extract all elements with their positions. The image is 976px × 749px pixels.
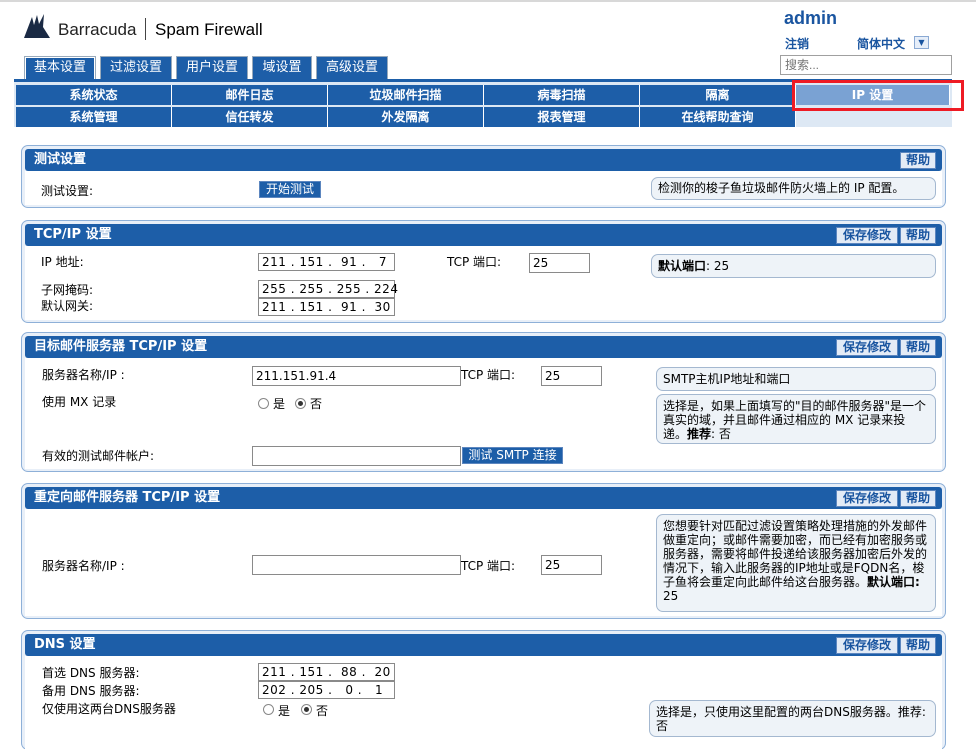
secondary-dns-label: 备用 DNS 服务器: <box>42 684 140 698</box>
mx-record-label: 使用 MX 记录 <box>42 395 117 409</box>
server-name-label: 服务器名称/IP : <box>42 368 125 382</box>
help-bold: 默认端口 <box>658 259 707 273</box>
tcp-port-label: TCP 端口: <box>447 255 502 269</box>
top-border <box>0 0 976 2</box>
server-name-field[interactable]: 211.151.91.4 <box>252 366 461 386</box>
panel-body: IP 地址: 211 . 151 . 91 . 7 TCP 端口: 25 默认端… <box>25 246 942 320</box>
help-box: 选择是，如果上面填写的"目的邮件服务器"是一个真实的域，并且邮件通过相应的 MX… <box>656 394 936 444</box>
help-box: 您想要针对匹配过滤设置策略处理措施的外发邮件做重定向；或邮件需要加密，而已经有加… <box>656 514 936 612</box>
help-tail: : 否 <box>711 427 731 441</box>
mx-yes-radio[interactable] <box>258 398 269 409</box>
language-select[interactable]: 简体中文 <box>857 35 905 52</box>
tcp-port-field[interactable]: 25 <box>541 366 602 386</box>
tab-filter[interactable]: 过滤设置 <box>100 56 172 80</box>
redirect-server-field[interactable] <box>252 555 461 575</box>
tcp-port-field[interactable]: 25 <box>529 253 590 273</box>
help-box: 默认端口: 25 <box>651 254 936 278</box>
tab-advanced[interactable]: 高级设置 <box>316 56 388 80</box>
dns-yes-radio[interactable] <box>263 704 274 715</box>
chevron-down-icon[interactable]: ▼ <box>914 36 929 49</box>
subnav-mail-log[interactable]: 邮件日志 <box>172 85 328 105</box>
help-text: : 25 <box>706 259 730 273</box>
tcp-port-label: TCP 端口: <box>461 368 516 382</box>
subnav-spam-scan[interactable]: 垃圾邮件扫描 <box>328 85 484 105</box>
subnav-quarantine[interactable]: 隔离 <box>640 85 796 105</box>
mx-yes-label: 是 <box>273 397 286 411</box>
ip-address-label: IP 地址: <box>41 255 84 269</box>
dns-settings-panel: DNS 设置 保存修改 帮助 首选 DNS 服务器: 211 . 151 . 8… <box>21 630 946 749</box>
save-button[interactable]: 保存修改 <box>836 637 898 654</box>
panel-title: 测试设置 帮助 <box>25 149 942 171</box>
panel-body: 测试设置: 开始测试 检测你的梭子鱼垃圾邮件防火墙上的 IP 配置。 <box>25 171 942 205</box>
dns-yes-label: 是 <box>278 704 291 718</box>
redirect-server-panel: 重定向邮件服务器 TCP/IP 设置 保存修改 帮助 服务器名称/IP : TC… <box>21 483 946 619</box>
test-settings-panel: 测试设置 帮助 测试设置: 开始测试 检测你的梭子鱼垃圾邮件防火墙上的 IP 配… <box>21 145 946 208</box>
subnav-outbound-quarantine[interactable]: 外发隔离 <box>328 107 484 127</box>
logout-link[interactable]: 注销 <box>785 35 809 52</box>
mx-no-label: 否 <box>310 397 323 411</box>
subnet-mask-field[interactable]: 255 . 255 . 255 . 224 <box>258 280 398 298</box>
subnav-virus-scan[interactable]: 病毒扫描 <box>484 85 640 105</box>
help-button[interactable]: 帮助 <box>900 637 936 654</box>
test-account-label: 有效的测试邮件帐户: <box>42 449 155 463</box>
help-box: SMTP主机IP地址和端口 <box>656 367 936 391</box>
subnav-reports[interactable]: 报表管理 <box>484 107 640 127</box>
test-smtp-button[interactable]: 测试 SMTP 连接 <box>462 447 563 464</box>
brand-name: Barracuda <box>58 20 137 39</box>
server-name-label: 服务器名称/IP : <box>42 559 125 573</box>
help-button[interactable]: 帮助 <box>900 227 936 244</box>
barracuda-logo-icon <box>24 14 50 38</box>
subnav-online-help[interactable]: 在线帮助查询 <box>640 107 796 127</box>
selected-highlight-box <box>792 80 964 111</box>
panel-title: TCP/IP 设置 保存修改 帮助 <box>25 224 942 246</box>
subnav-system-admin[interactable]: 系统管理 <box>16 107 172 127</box>
panel-title: 目标邮件服务器 TCP/IP 设置 保存修改 帮助 <box>25 336 942 358</box>
dns-no-radio[interactable] <box>301 704 312 715</box>
primary-dns-label: 首选 DNS 服务器: <box>42 666 140 680</box>
test-account-field[interactable] <box>252 446 461 466</box>
help-button[interactable]: 帮助 <box>900 339 936 356</box>
help-box: 选择是，只使用这里配置的两台DNS服务器。推荐: 否 <box>649 700 936 737</box>
tcp-port-label: TCP 端口: <box>461 559 516 573</box>
help-box: 检测你的梭子鱼垃圾邮件防火墙上的 IP 配置。 <box>651 177 936 200</box>
tab-users[interactable]: 用户设置 <box>176 56 248 80</box>
save-button[interactable]: 保存修改 <box>836 490 898 507</box>
panel-body: 服务器名称/IP : TCP 端口: 25 您想要针对匹配过滤设置策略处理措施的… <box>25 509 942 616</box>
search-input[interactable] <box>780 55 952 75</box>
panel-title: 重定向邮件服务器 TCP/IP 设置 保存修改 帮助 <box>25 487 942 509</box>
current-user: admin <box>784 8 838 28</box>
save-button[interactable]: 保存修改 <box>836 227 898 244</box>
panel-title: DNS 设置 保存修改 帮助 <box>25 634 942 656</box>
ip-address-field[interactable]: 211 . 151 . 91 . 7 <box>258 253 395 271</box>
logo-divider <box>145 18 146 40</box>
subnav-system-status[interactable]: 系统状态 <box>16 85 172 105</box>
destination-server-panel: 目标邮件服务器 TCP/IP 设置 保存修改 帮助 服务器名称/IP : 211… <box>21 332 946 472</box>
mx-no-radio[interactable] <box>295 398 306 409</box>
tab-domains[interactable]: 域设置 <box>252 56 312 80</box>
tab-basic[interactable]: 基本设置 <box>24 56 96 80</box>
dns-no-label: 否 <box>316 704 329 718</box>
subnet-mask-label: 子网掩码: <box>41 283 94 297</box>
help-button[interactable]: 帮助 <box>900 490 936 507</box>
only-dns-label: 仅使用这两台DNS服务器 <box>42 702 176 716</box>
primary-dns-field[interactable]: 211 . 151 . 88 . 20 <box>258 663 395 681</box>
product-name: Spam Firewall <box>155 20 263 39</box>
help-button[interactable]: 帮助 <box>900 152 936 169</box>
help-bold: 推荐 <box>687 427 712 441</box>
panel-body: 首选 DNS 服务器: 211 . 151 . 88 . 20 备用 DNS 服… <box>25 656 942 749</box>
tcp-port-field[interactable]: 25 <box>541 555 602 575</box>
gateway-field[interactable]: 211 . 151 . 91 . 30 <box>258 298 395 316</box>
help-bold: 默认端口: <box>867 575 920 589</box>
start-test-button[interactable]: 开始测试 <box>259 181 321 198</box>
gateway-label: 默认网关: <box>41 299 94 313</box>
subnav-trusted-relay[interactable]: 信任转发 <box>172 107 328 127</box>
panel-body: 服务器名称/IP : 211.151.91.4 TCP 端口: 25 SMTP主… <box>25 358 942 469</box>
test-label: 测试设置: <box>41 184 94 198</box>
save-button[interactable]: 保存修改 <box>836 339 898 356</box>
help-tail: 25 <box>663 589 679 603</box>
secondary-dns-field[interactable]: 202 . 205 . 0 . 1 <box>258 681 395 699</box>
tcpip-settings-panel: TCP/IP 设置 保存修改 帮助 IP 地址: 211 . 151 . 91 … <box>21 220 946 323</box>
